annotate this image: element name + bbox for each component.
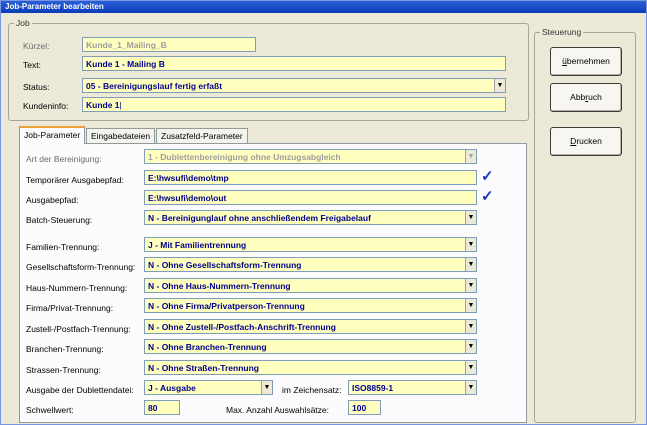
chevron-down-icon: ▼ — [465, 150, 476, 163]
tab-eingabedateien[interactable]: Eingabedateien — [86, 128, 156, 143]
ausgabe-select[interactable]: J - Ausgabe ▼ — [144, 380, 273, 395]
familien-label: Familien-Trennung: — [26, 242, 100, 252]
batch-select[interactable]: N - Bereinigunglauf ohne anschließendem … — [144, 210, 477, 225]
kundeninfo-field[interactable]: Kunde 1| — [82, 97, 506, 112]
uebernehmen-button[interactable]: übernehmen — [550, 47, 622, 76]
out-path-field[interactable]: E:\hwsufi\demo\out — [144, 190, 477, 205]
chevron-down-icon[interactable]: ▼ — [465, 279, 476, 292]
hausnummern-label: Haus-Nummern-Trennung: — [26, 283, 128, 293]
max-auswahl-field[interactable]: 100 — [348, 400, 381, 415]
text-field[interactable]: Kunde 1 - Mailing B — [82, 56, 506, 71]
art-select: 1 - Dublettenbereinigung ohne Umzugsabgl… — [144, 149, 477, 164]
batch-label: Batch-Steuerung: — [26, 215, 93, 225]
max-auswahl-label: Max. Anzahl Auswahlsätze: — [226, 405, 330, 415]
chevron-down-icon[interactable]: ▼ — [465, 299, 476, 312]
checkmark-icon[interactable]: ✓ — [481, 167, 494, 185]
out-path-label: Ausgabepfad: — [26, 195, 79, 205]
chevron-down-icon[interactable]: ▼ — [465, 238, 476, 251]
abbruch-button[interactable]: Abbruch — [550, 83, 622, 112]
job-parameter-window: Job-Parameter bearbeiten Job Kürzel: Kun… — [0, 0, 647, 425]
schwellwert-field[interactable]: 80 — [144, 400, 180, 415]
familien-select[interactable]: J - Mit Familientrennung ▼ — [144, 237, 477, 252]
chevron-down-icon[interactable]: ▼ — [261, 381, 272, 394]
kuerzel-field: Kunde_1_Mailing_B — [82, 37, 256, 52]
drucken-button[interactable]: Drucken — [550, 127, 622, 156]
checkmark-icon[interactable]: ✓ — [481, 187, 494, 205]
steuerung-group-legend: Steuerung — [540, 27, 584, 37]
temp-path-field[interactable]: E:\hwsufi\demo\tmp — [144, 170, 477, 185]
temp-path-label: Temporärer Ausgabepfad: — [26, 175, 124, 185]
window-title: Job-Parameter bearbeiten — [5, 2, 104, 11]
gesellschaft-label: Gesellschaftsform-Trennung: — [26, 262, 136, 272]
firma-label: Firma/Privat-Trennung: — [26, 303, 114, 313]
status-label: Status: — [23, 82, 50, 92]
zeichensatz-select[interactable]: ISO8859-1 ▼ — [348, 380, 477, 395]
firma-select[interactable]: N - Ohne Firma/Privatperson-Trennung ▼ — [144, 298, 477, 313]
zustell-select[interactable]: N - Ohne Zustell-/Postfach-Anschrift-Tre… — [144, 319, 477, 334]
chevron-down-icon[interactable]: ▼ — [494, 79, 505, 92]
schwellwert-label: Schwellwert: — [26, 405, 74, 415]
title-bar[interactable]: Job-Parameter bearbeiten — [1, 1, 646, 13]
gesellschaft-select[interactable]: N - Ohne Gesellschaftsform-Trennung ▼ — [144, 257, 477, 272]
chevron-down-icon[interactable]: ▼ — [465, 340, 476, 353]
chevron-down-icon[interactable]: ▼ — [465, 258, 476, 271]
job-group-legend: Job — [14, 18, 32, 28]
chevron-down-icon[interactable]: ▼ — [465, 381, 476, 394]
chevron-down-icon[interactable]: ▼ — [465, 320, 476, 333]
chevron-down-icon[interactable]: ▼ — [465, 361, 476, 374]
kuerzel-label: Kürzel: — [23, 41, 50, 51]
strassen-select[interactable]: N - Ohne Straßen-Trennung ▼ — [144, 360, 477, 375]
strassen-label: Strassen-Trennung: — [26, 365, 101, 375]
chevron-down-icon[interactable]: ▼ — [465, 211, 476, 224]
tab-job-parameter[interactable]: Job-Parameter — [19, 126, 86, 144]
tab-zusatzfeld-parameter[interactable]: Zusatzfeld-Parameter — [156, 128, 248, 143]
kundeninfo-label: Kundeninfo: — [23, 101, 69, 111]
zustell-label: Zustell-/Postfach-Trennung: — [26, 324, 131, 334]
branchen-select[interactable]: N - Ohne Branchen-Trennung ▼ — [144, 339, 477, 354]
ausgabe-label: Ausgabe der Dublettendatei: — [26, 385, 134, 395]
text-label: Text: — [23, 60, 41, 70]
art-label: Art der Bereinigung: — [26, 154, 102, 164]
branchen-label: Branchen-Trennung: — [26, 344, 104, 354]
hausnummern-select[interactable]: N - Ohne Haus-Nummern-Trennung ▼ — [144, 278, 477, 293]
zeichensatz-label: im Zeichensatz: — [282, 385, 342, 395]
status-select[interactable]: 05 - Bereinigungslauf fertig erfaßt ▼ — [82, 78, 506, 93]
